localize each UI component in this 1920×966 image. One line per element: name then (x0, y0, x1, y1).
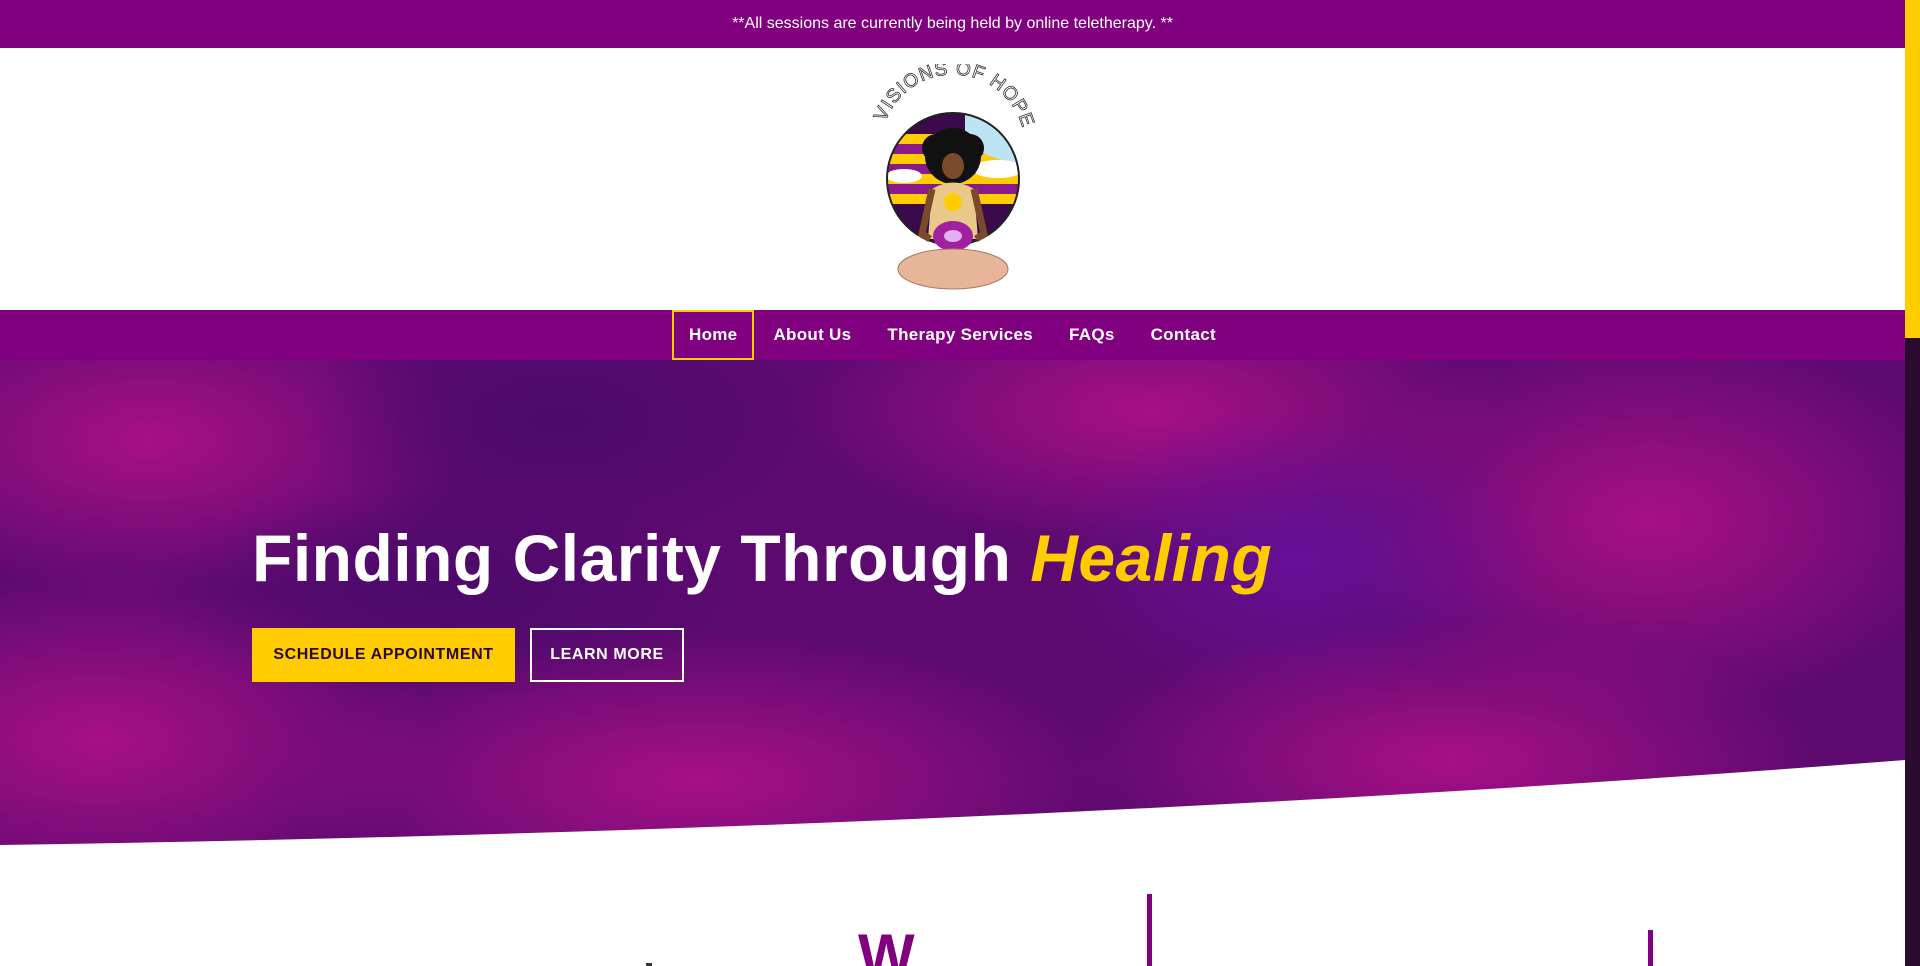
visions-of-hope-logo[interactable]: VISIONS OF HOPE (870, 64, 1036, 294)
nav-item-faqs[interactable]: FAQs (1052, 310, 1132, 360)
hero-title-main: Finding Clarity Through (252, 521, 1012, 595)
nav-item-about-us[interactable]: About Us (756, 310, 868, 360)
hero-title-accent: Healing (1030, 521, 1273, 595)
hero-section: Finding Clarity Through Healing SCHEDULE… (0, 360, 1905, 846)
decorative-divider (1147, 894, 1152, 966)
hero-title: Finding Clarity Through Healing (252, 520, 1272, 596)
nav-item-therapy-services[interactable]: Therapy Services (870, 310, 1050, 360)
scrollbar-thumb[interactable] (1905, 0, 1920, 338)
intro-section: W (0, 846, 1905, 966)
announcement-text: **All sessions are currently being held … (732, 15, 1173, 32)
nav-item-contact[interactable]: Contact (1134, 310, 1233, 360)
nav-item-home[interactable]: Home (672, 310, 755, 360)
hero-background-clouds (0, 360, 1905, 846)
section-heading-partial: W (858, 922, 915, 966)
announcement-bar: **All sessions are currently being held … (0, 0, 1905, 48)
schedule-appointment-button[interactable]: SCHEDULE APPOINTMENT (252, 628, 515, 682)
header-logo-area: VISIONS OF HOPE (0, 48, 1905, 310)
decorative-divider (1648, 930, 1653, 966)
main-nav: Home About Us Therapy Services FAQs Cont… (0, 310, 1905, 360)
page-scrollbar[interactable] (1905, 0, 1920, 966)
learn-more-button[interactable]: LEARN MORE (530, 628, 684, 682)
